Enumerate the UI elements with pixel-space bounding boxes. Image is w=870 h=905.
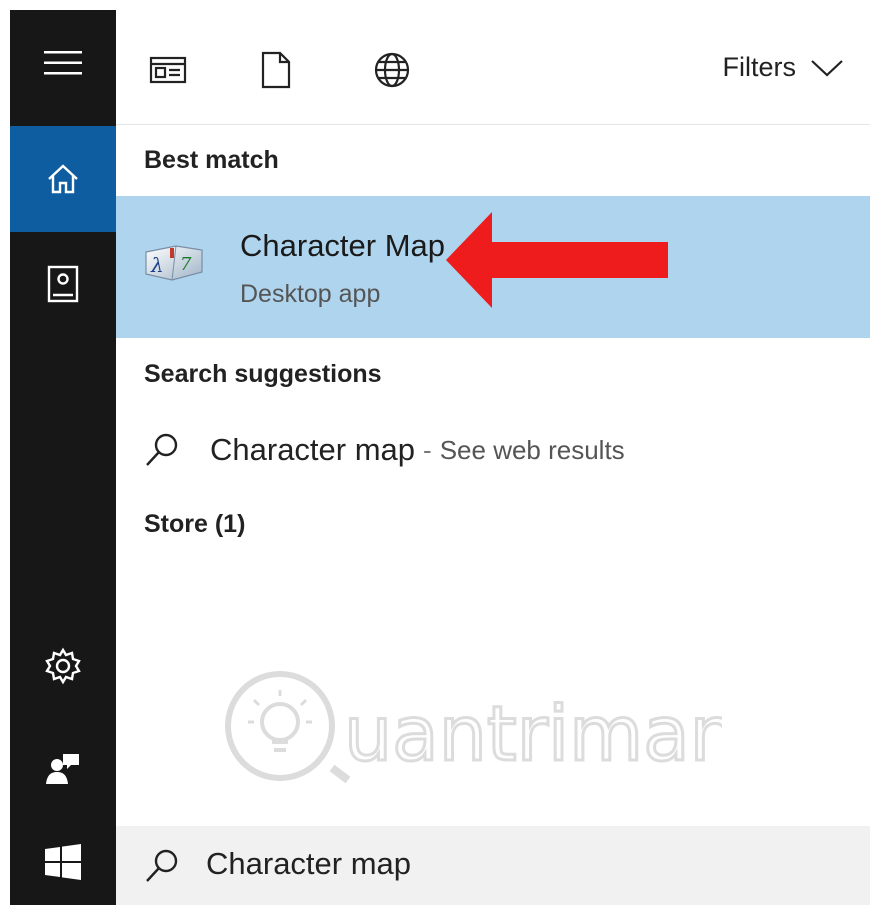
notebook-icon (47, 265, 79, 303)
home-icon (48, 164, 78, 194)
feedback-icon (46, 754, 79, 784)
search-suggestions-heading: Search suggestions (144, 360, 382, 388)
svg-text:uantrimang: uantrimang (344, 689, 722, 778)
filters-label: Filters (722, 52, 797, 82)
best-match-result[interactable]: λ 7 Character Map Desktop app (116, 196, 870, 338)
suggestion-hint: See web results (439, 434, 625, 465)
filter-toolbar: Filters (116, 10, 870, 125)
windows-start-icon (45, 843, 81, 880)
settings-icon (45, 647, 81, 685)
home-button[interactable] (10, 126, 116, 232)
svg-text:λ: λ (150, 253, 164, 277)
documents-icon (261, 51, 291, 89)
left-rail (10, 10, 116, 905)
settings-button[interactable] (10, 613, 116, 719)
best-match-heading: Best match (144, 146, 279, 174)
apps-icon (149, 56, 187, 84)
web-filter-button[interactable] (372, 50, 412, 90)
web-icon (374, 52, 410, 88)
web-suggestion-item[interactable]: Character map - See web results (144, 428, 625, 472)
character-map-app-icon: λ 7 (145, 245, 203, 281)
suggestion-separator: - (423, 434, 432, 465)
app-type: Desktop app (240, 280, 381, 308)
filters-dropdown[interactable]: Filters (723, 52, 845, 83)
store-heading: Store (1) (144, 510, 246, 538)
windows-search-panel: Filters Best match λ 7 Character Map Des… (10, 10, 870, 905)
notebook-button[interactable] (10, 232, 116, 338)
hamburger-menu-icon (44, 51, 82, 75)
search-results-panel: Filters Best match λ 7 Character Map Des… (116, 10, 870, 905)
app-name: Character Map (240, 228, 446, 263)
feedback-button[interactable] (10, 716, 116, 822)
suggestion-query: Character map (210, 432, 416, 467)
start-button[interactable] (10, 818, 116, 905)
red-arrow-annotation (446, 212, 668, 308)
search-box[interactable]: Character map (116, 826, 870, 905)
chevron-down-icon (811, 59, 843, 77)
svg-text:7: 7 (180, 254, 192, 275)
search-icon (146, 849, 178, 882)
search-icon (146, 433, 178, 466)
documents-filter-button[interactable] (256, 50, 296, 90)
search-query-text: Character map (206, 846, 412, 881)
apps-filter-button[interactable] (148, 50, 188, 90)
watermark-logo: uantrimang (225, 671, 722, 784)
menu-button[interactable] (10, 10, 116, 116)
